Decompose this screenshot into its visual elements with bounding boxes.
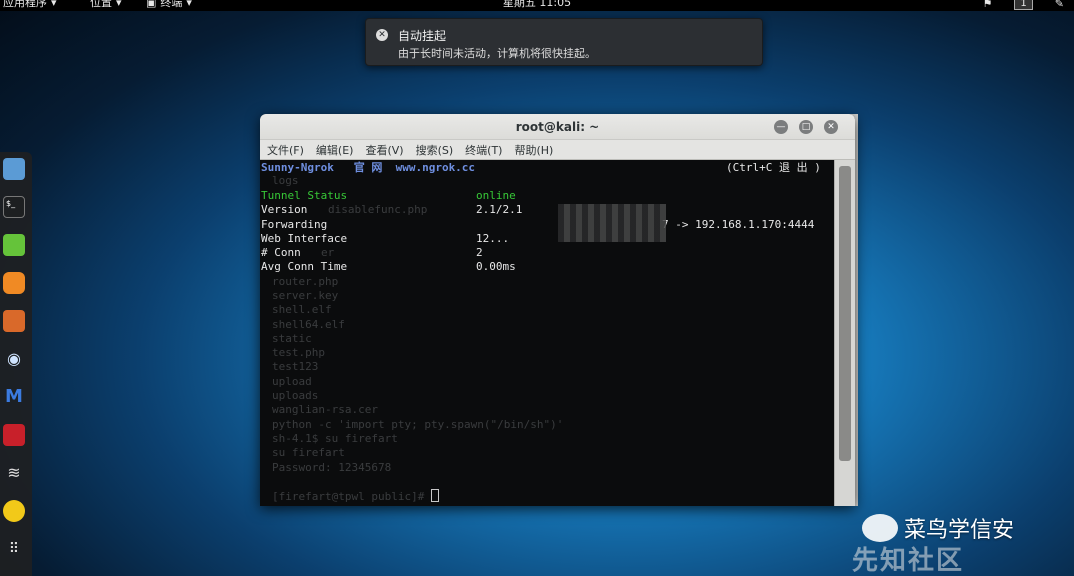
- ghost-line: python -c 'import pty; pty.spawn("/bin/s…: [272, 418, 564, 431]
- status-label: Tunnel Status: [261, 189, 348, 202]
- terminal-menubar: 文件(F) 编辑(E) 查看(V) 搜索(S) 终端(T) 帮助(H): [260, 140, 855, 160]
- forwarding-value: 7 -> 192.168.1.170:4444: [662, 218, 815, 231]
- terminal-screen[interactable]: logs disablefunc.php er router.php serve…: [260, 160, 834, 506]
- minimize-button[interactable]: —: [774, 120, 788, 134]
- ghost-line: su firefart: [272, 446, 345, 459]
- version-value: 2.1/2.1: [476, 203, 523, 216]
- scrollbar-thumb[interactable]: [839, 166, 851, 461]
- ghost-line: er: [321, 246, 335, 259]
- workspace-indicator[interactable]: 1: [1014, 0, 1033, 10]
- network-icon[interactable]: ⚑: [983, 0, 993, 9]
- chevron-down-icon: ▾: [51, 0, 57, 9]
- menu-edit[interactable]: 编辑(E): [316, 142, 354, 158]
- avg-conn-label: Avg Conn Time: [261, 260, 348, 273]
- conn-value: 2: [476, 246, 483, 259]
- places-menu[interactable]: 位置 ▾: [90, 0, 122, 8]
- clock[interactable]: 星期五 11:05: [503, 0, 571, 8]
- redacted-region: [558, 204, 666, 242]
- metasploit-icon[interactable]: M: [3, 386, 25, 408]
- version-label: Version: [261, 203, 308, 216]
- menu-file[interactable]: 文件(F): [267, 142, 304, 158]
- scrollbar[interactable]: [834, 160, 855, 506]
- web-interface-value: 12...: [476, 232, 510, 245]
- ghost-line: uploads: [272, 389, 319, 402]
- ghost-line: shell.elf: [272, 303, 332, 316]
- status-area: ⚑ 1 ✎: [983, 0, 1064, 10]
- places-label: 位置: [90, 0, 112, 9]
- chevron-down-icon: ▾: [186, 0, 192, 9]
- top-panel: 应用程序 ▾ 位置 ▾ ▣ 终端 ▾ 星期五 11:05 ⚑ 1 ✎: [0, 0, 1074, 11]
- notification-body: 由于长时间未活动，计算机将很快挂起。: [398, 47, 596, 60]
- ghost-line: wanglian-rsa.cer: [272, 403, 378, 416]
- close-button[interactable]: ✕: [824, 120, 838, 134]
- window-titlebar[interactable]: root@kali: ~ — □ ✕: [260, 114, 855, 140]
- ghost-line: disablefunc.php: [328, 203, 428, 216]
- favorites-dock: $_ ◉ M ≋ ⠿: [0, 152, 32, 576]
- notification-title: 自动挂起: [398, 29, 447, 43]
- applications-menu[interactable]: 应用程序 ▾: [3, 0, 57, 8]
- maximize-button[interactable]: □: [799, 120, 813, 134]
- terminal-icon[interactable]: $_: [3, 196, 25, 218]
- ghost-line: test.php: [272, 346, 325, 359]
- ghost-line: static: [272, 332, 312, 345]
- files-icon[interactable]: [3, 158, 25, 180]
- terminal-window[interactable]: root@kali: ~ — □ ✕ 文件(F) 编辑(E) 查看(V) 搜索(…: [260, 114, 855, 506]
- prompt-line: [firefart@tpwl public]#: [272, 489, 439, 503]
- ghost-line: logs: [272, 174, 299, 187]
- kali-tool-icon[interactable]: [3, 500, 25, 522]
- avg-conn-value: 0.00ms: [476, 260, 516, 273]
- settings-icon[interactable]: ✎: [1055, 0, 1064, 9]
- terminal-icon: ▣: [146, 0, 157, 9]
- text-cursor: [430, 489, 439, 502]
- terminal-app-label: 终端: [160, 0, 183, 9]
- menu-view[interactable]: 查看(V): [365, 142, 403, 158]
- forwarding-label: Forwarding: [261, 218, 328, 231]
- ngrok-header: Sunny-Ngrok 官 网 www.ngrok.cc: [261, 161, 476, 174]
- ghost-line: test123: [272, 360, 319, 373]
- ghost-line: sh-4.1$ su firefart: [272, 432, 398, 445]
- shell-prompt: [firefart@tpwl public]#: [272, 490, 431, 503]
- wechat-logo-icon: [862, 514, 898, 542]
- ghost-line: Password: 12345678: [272, 461, 392, 474]
- chevron-down-icon: ▾: [116, 0, 122, 9]
- eye-icon[interactable]: ◉: [3, 348, 25, 370]
- firefox-icon[interactable]: [3, 272, 25, 294]
- ghost-line: upload: [272, 375, 312, 388]
- show-apps-icon[interactable]: ⠿: [3, 538, 25, 560]
- conn-label: # Conn: [261, 246, 301, 259]
- menu-search[interactable]: 搜索(S): [416, 142, 454, 158]
- wireless-icon[interactable]: ≋: [3, 462, 25, 484]
- suspend-notification[interactable]: ✕ 自动挂起 由于长时间未活动，计算机将很快挂起。: [365, 18, 763, 66]
- burpsuite-icon[interactable]: [3, 310, 25, 332]
- status-value: online: [476, 189, 516, 202]
- terminal-app-menu[interactable]: ▣ 终端 ▾: [146, 0, 192, 8]
- cherrytree-icon[interactable]: [3, 424, 25, 446]
- close-icon[interactable]: ✕: [376, 29, 388, 41]
- menu-terminal[interactable]: 终端(T): [465, 142, 502, 158]
- ghost-line: router.php: [272, 275, 339, 288]
- web-interface-label: Web Interface: [261, 232, 348, 245]
- ghost-line: server.key: [272, 289, 339, 302]
- text-editor-icon[interactable]: [3, 234, 25, 256]
- ngrok-quit-hint: (Ctrl+C 退 出 ): [726, 161, 821, 174]
- site-watermark: 先知社区: [852, 546, 965, 576]
- applications-label: 应用程序: [3, 0, 47, 9]
- window-title: root@kali: ~: [515, 120, 600, 134]
- ghost-line: shell64.elf: [272, 318, 345, 331]
- menu-help[interactable]: 帮助(H): [514, 142, 553, 158]
